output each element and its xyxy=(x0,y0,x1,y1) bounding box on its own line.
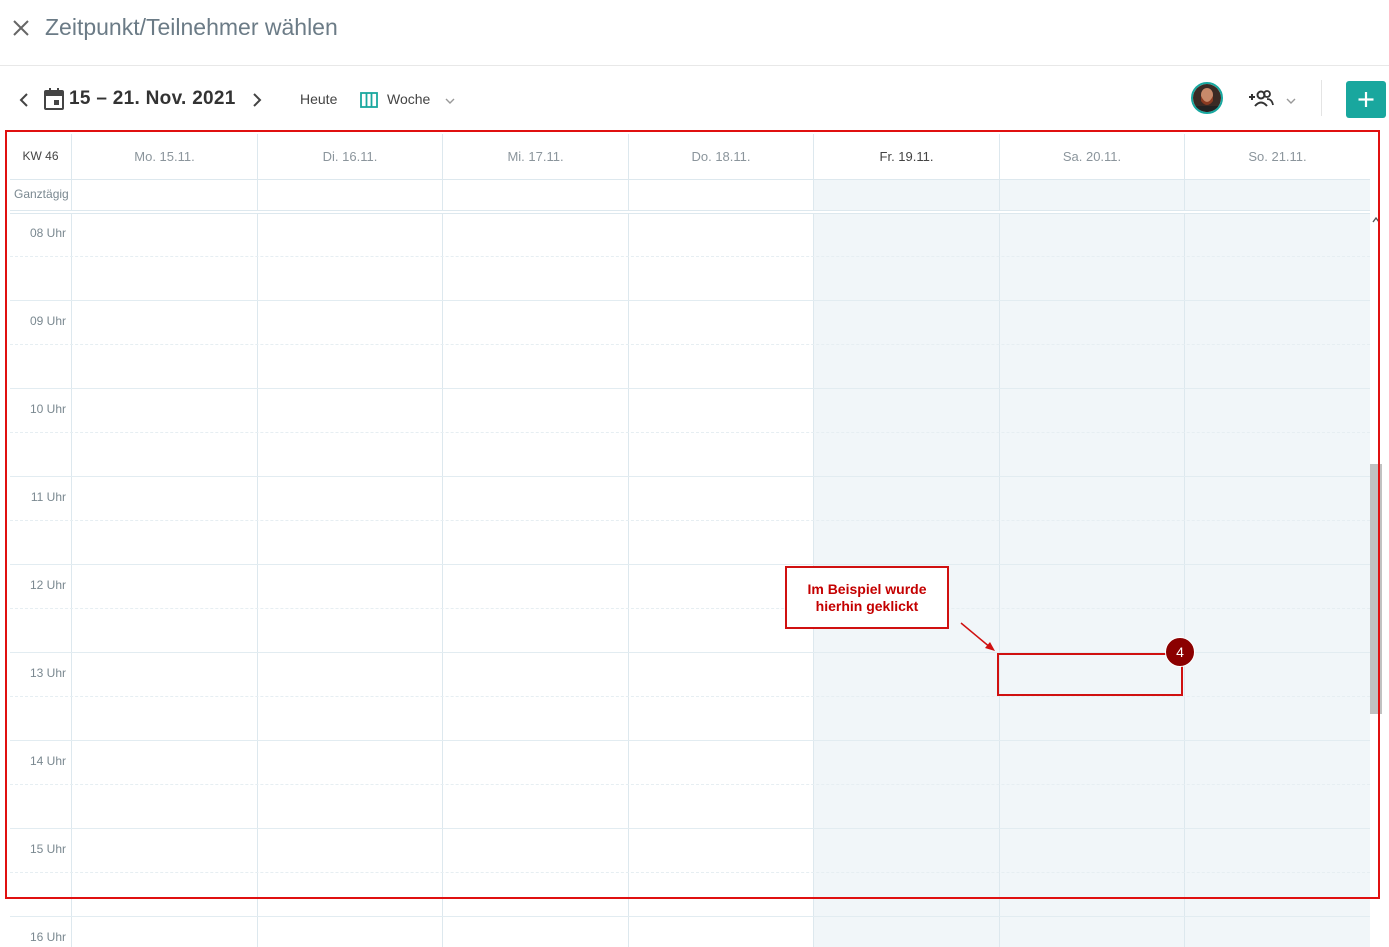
clicked-slot-highlight xyxy=(997,653,1183,696)
hour-label: 09 Uhr xyxy=(29,314,66,328)
day-header[interactable]: Fr. 19.11. xyxy=(813,134,999,179)
half-hour-line xyxy=(10,520,1370,521)
day-header[interactable]: So. 21.11. xyxy=(1184,134,1370,179)
hour-label: 08 Uhr xyxy=(29,226,66,240)
date-range-label[interactable]: 15 – 21. Nov. 2021 xyxy=(69,88,236,110)
half-hour-line xyxy=(10,432,1370,433)
scrollbar-thumb[interactable] xyxy=(1370,464,1382,714)
week-calendar: KW 46 Mo. 15.11. Di. 16.11. Mi. 17.11. D… xyxy=(10,134,1370,947)
close-icon[interactable] xyxy=(10,17,32,39)
hour-line xyxy=(10,476,1370,477)
week-view-icon[interactable] xyxy=(360,92,378,108)
chevron-right-icon[interactable] xyxy=(249,92,265,108)
annotation-callout: Im Beispiel wurde hierhin geklickt xyxy=(785,566,949,629)
day-header[interactable]: Di. 16.11. xyxy=(257,134,442,179)
plus-icon xyxy=(1358,92,1374,107)
add-button[interactable] xyxy=(1346,81,1386,118)
half-hour-line xyxy=(10,784,1370,785)
day-column[interactable] xyxy=(999,214,1184,947)
hour-line xyxy=(10,916,1370,917)
hour-label: 10 Uhr xyxy=(29,402,66,416)
today-button[interactable]: Heute xyxy=(300,91,337,107)
user-avatar[interactable] xyxy=(1191,82,1223,114)
day-column[interactable] xyxy=(71,214,257,947)
view-select[interactable]: Woche xyxy=(387,91,430,107)
hour-line xyxy=(10,828,1370,829)
half-hour-line xyxy=(10,256,1370,257)
calendar-icon[interactable] xyxy=(44,88,64,110)
all-day-cell[interactable] xyxy=(442,180,628,210)
all-day-row: Ganztägig xyxy=(10,180,1370,211)
step-badge: 4 xyxy=(1165,637,1195,667)
hour-line xyxy=(10,388,1370,389)
all-day-cell[interactable] xyxy=(71,180,257,210)
day-header[interactable]: Mo. 15.11. xyxy=(71,134,257,179)
week-number: KW 46 xyxy=(22,149,59,163)
hour-line xyxy=(10,740,1370,741)
add-participant-icon[interactable] xyxy=(1247,88,1275,110)
vertical-scrollbar[interactable] xyxy=(1370,212,1382,947)
day-column[interactable] xyxy=(442,214,628,947)
all-day-label: Ganztägig xyxy=(14,187,69,201)
half-hour-line xyxy=(10,696,1370,697)
day-header[interactable]: Mi. 17.11. xyxy=(442,134,628,179)
calendar-header: KW 46 Mo. 15.11. Di. 16.11. Mi. 17.11. D… xyxy=(10,134,1370,180)
dialog-title-bar: Zeitpunkt/Teilnehmer wählen xyxy=(0,0,1389,66)
toolbar-divider xyxy=(1321,80,1322,116)
scroll-up-icon[interactable] xyxy=(1372,216,1380,224)
hour-label: 15 Uhr xyxy=(29,842,66,856)
all-day-cell[interactable] xyxy=(628,180,813,210)
time-grid: 08 Uhr 09 Uhr 10 Uhr 11 Uhr 12 Uhr 13 Uh… xyxy=(10,213,1370,947)
half-hour-line xyxy=(10,872,1370,873)
hour-line xyxy=(10,564,1370,565)
chevron-down-icon[interactable] xyxy=(444,95,456,107)
hour-label: 12 Uhr xyxy=(29,578,66,592)
hour-line xyxy=(10,300,1370,301)
all-day-cell[interactable] xyxy=(813,180,999,210)
hour-label: 11 Uhr xyxy=(30,490,66,504)
dialog-title: Zeitpunkt/Teilnehmer wählen xyxy=(45,14,338,40)
hour-label: 14 Uhr xyxy=(29,754,66,768)
day-column[interactable] xyxy=(1184,214,1370,947)
chevron-down-icon[interactable] xyxy=(1285,95,1297,107)
day-header[interactable]: Do. 18.11. xyxy=(628,134,813,179)
all-day-cell[interactable] xyxy=(257,180,442,210)
hour-label: 16 Uhr xyxy=(29,930,66,944)
all-day-cell[interactable] xyxy=(999,180,1184,210)
hour-label: 13 Uhr xyxy=(29,666,66,680)
chevron-left-icon[interactable] xyxy=(16,92,32,108)
day-header[interactable]: Sa. 20.11. xyxy=(999,134,1184,179)
day-column[interactable] xyxy=(257,214,442,947)
half-hour-line xyxy=(10,608,1370,609)
half-hour-line xyxy=(10,344,1370,345)
calendar-toolbar: 15 – 21. Nov. 2021 Heute Woche xyxy=(0,66,1389,130)
all-day-cell[interactable] xyxy=(1184,180,1370,210)
annotation-arrow-icon xyxy=(960,622,995,651)
